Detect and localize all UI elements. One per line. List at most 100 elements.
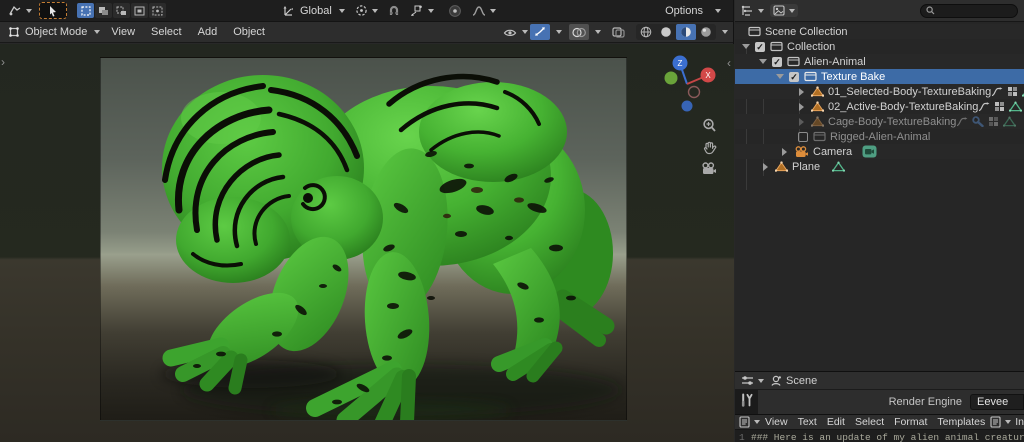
text-editor-body[interactable]: 1 ### Here is an update of my alien anim…	[735, 430, 1024, 442]
snap-target-dropdown[interactable]	[407, 3, 437, 19]
gizmo-icon	[534, 26, 546, 38]
sidebar-expand-arrow[interactable]: ‹	[727, 56, 731, 70]
collection-checkbox[interactable]	[755, 42, 765, 52]
show-overlays-button[interactable]	[569, 24, 589, 40]
menu-object[interactable]: Object	[225, 26, 273, 38]
outliner-row-rigged-alien-animal[interactable]: Rigged-Alien-Animal	[735, 129, 1024, 144]
outliner-row-texture-bake[interactable]: Texture Bake	[735, 69, 1024, 84]
text-datablock-icon	[990, 416, 1001, 428]
editor-type-dropdown[interactable]	[5, 3, 35, 19]
mesh-data-icon[interactable]	[832, 161, 845, 172]
expand-arrow-icon[interactable]	[759, 58, 767, 66]
cursor-icon	[48, 5, 58, 17]
select-mode-subtract-button[interactable]	[113, 3, 130, 18]
expand-arrow-icon[interactable]	[762, 163, 770, 171]
expand-arrow-icon[interactable]	[798, 88, 806, 96]
falloff-dropdown[interactable]	[469, 3, 499, 19]
navigation-gizmo[interactable]: Z X	[654, 54, 720, 118]
xray-icon	[612, 27, 625, 38]
outliner-search[interactable]	[920, 4, 1018, 18]
animation-icon[interactable]	[956, 117, 968, 127]
gizmo-x-label: X	[705, 71, 711, 80]
text-editor-icon	[739, 416, 750, 428]
magnifier-icon	[702, 118, 717, 133]
collection-checkbox[interactable]	[789, 72, 799, 82]
select-mode-extend-button[interactable]	[95, 3, 112, 18]
snap-toggle-button[interactable]	[385, 3, 403, 19]
render-engine-select[interactable]: Eevee	[970, 394, 1024, 410]
menu-add[interactable]: Add	[190, 26, 226, 38]
properties-editor-icon	[741, 375, 754, 386]
scene-icon	[770, 375, 782, 387]
info-editor-type-dropdown[interactable]: Inf	[990, 416, 1024, 428]
modifier-wrench-icon[interactable]	[972, 116, 984, 127]
shading-wireframe-button[interactable]	[636, 24, 656, 40]
te-menu-format[interactable]: Format	[889, 416, 932, 428]
toolbar-expand-arrow[interactable]: ›	[1, 55, 5, 69]
data-grid-icon[interactable]	[1007, 86, 1018, 97]
outliner-search-input[interactable]	[938, 5, 1008, 16]
chevron-down-icon	[26, 9, 32, 16]
collection-checkbox[interactable]	[772, 57, 782, 67]
shading-rendered-button[interactable]	[696, 24, 716, 40]
expand-arrow-icon[interactable]	[798, 118, 806, 126]
select-mode-invert-button[interactable]	[131, 3, 148, 18]
shading-solid-button[interactable]	[656, 24, 676, 40]
animation-icon[interactable]	[991, 87, 1003, 97]
outliner-row-collection[interactable]: Collection	[735, 39, 1024, 54]
active-tool-select-box-button[interactable]	[39, 2, 67, 19]
transform-orientation-dropdown[interactable]: Global	[279, 3, 348, 19]
outliner-row-02-active-body[interactable]: 02_Active-Body-TextureBaking	[735, 99, 1024, 114]
mode-dropdown[interactable]: Object Mode	[5, 24, 103, 40]
viewport-canvas[interactable]: › ‹	[0, 44, 734, 442]
mesh-data-icon[interactable]	[1009, 101, 1022, 112]
outliner-row-cage-body[interactable]: Cage-Body-TextureBaking	[735, 114, 1024, 129]
collection-checkbox[interactable]	[798, 132, 808, 142]
properties-editor-type-dropdown[interactable]	[741, 375, 764, 386]
animation-icon[interactable]	[978, 102, 990, 112]
te-menu-text[interactable]: Text	[793, 416, 822, 428]
tool-tab-icon[interactable]	[740, 393, 753, 407]
shading-material-button[interactable]	[676, 24, 696, 40]
chevron-down-icon	[490, 9, 496, 16]
expand-arrow-icon[interactable]	[776, 73, 784, 81]
te-menu-templates[interactable]: Templates	[932, 416, 990, 428]
mesh-data-icon[interactable]	[1003, 116, 1016, 127]
properties-editor: Scene Render Engine Eevee	[735, 371, 1024, 414]
alien-creature-render	[101, 58, 626, 420]
options-dropdown[interactable]: Options	[654, 3, 724, 19]
te-menu-select[interactable]: Select	[850, 416, 889, 428]
expand-arrow-icon[interactable]	[742, 43, 750, 51]
proportional-editing-button[interactable]	[445, 2, 465, 20]
te-menu-edit[interactable]: Edit	[822, 416, 850, 428]
outliner-row-01-selected-body[interactable]: 01_Selected-Body-TextureBaking	[735, 84, 1024, 99]
outliner-editor-type-dropdown[interactable]	[741, 5, 764, 17]
camera-view-button[interactable]	[701, 162, 717, 175]
camera-object-icon	[794, 146, 809, 158]
outliner-row-camera[interactable]: Camera	[735, 144, 1024, 159]
expand-arrow-icon[interactable]	[781, 148, 789, 156]
data-grid-icon[interactable]	[994, 101, 1005, 112]
outliner-editor-icon	[741, 5, 754, 17]
outliner-row-alien-animal[interactable]: Alien-Animal	[735, 54, 1024, 69]
select-mode-intersect-button[interactable]	[149, 3, 166, 18]
display-mode-dropdown[interactable]	[770, 4, 798, 17]
data-grid-icon[interactable]	[988, 116, 999, 127]
toggle-xray-button[interactable]	[608, 24, 628, 40]
show-object-types-dropdown[interactable]	[503, 27, 528, 38]
outliner-row-plane[interactable]: Plane	[735, 159, 1024, 174]
te-menu-view[interactable]: View	[760, 416, 793, 428]
pivot-point-dropdown[interactable]	[352, 2, 381, 19]
show-gizmo-button[interactable]	[530, 24, 550, 40]
zoom-tool-button[interactable]	[702, 118, 717, 133]
menu-select[interactable]: Select	[143, 26, 190, 38]
select-mode-set-button[interactable]	[77, 3, 94, 18]
move-view-button[interactable]	[702, 140, 717, 155]
text-editor-type-dropdown[interactable]	[739, 416, 760, 428]
menu-view[interactable]: View	[103, 26, 143, 38]
camera-data-icon[interactable]	[862, 145, 877, 158]
chevron-down-icon	[372, 9, 378, 16]
render-properties-panel: Render Engine Eevee	[758, 390, 1024, 414]
expand-arrow-icon[interactable]	[798, 103, 806, 111]
outliner-row-scene-collection[interactable]: Scene Collection	[735, 24, 1024, 39]
